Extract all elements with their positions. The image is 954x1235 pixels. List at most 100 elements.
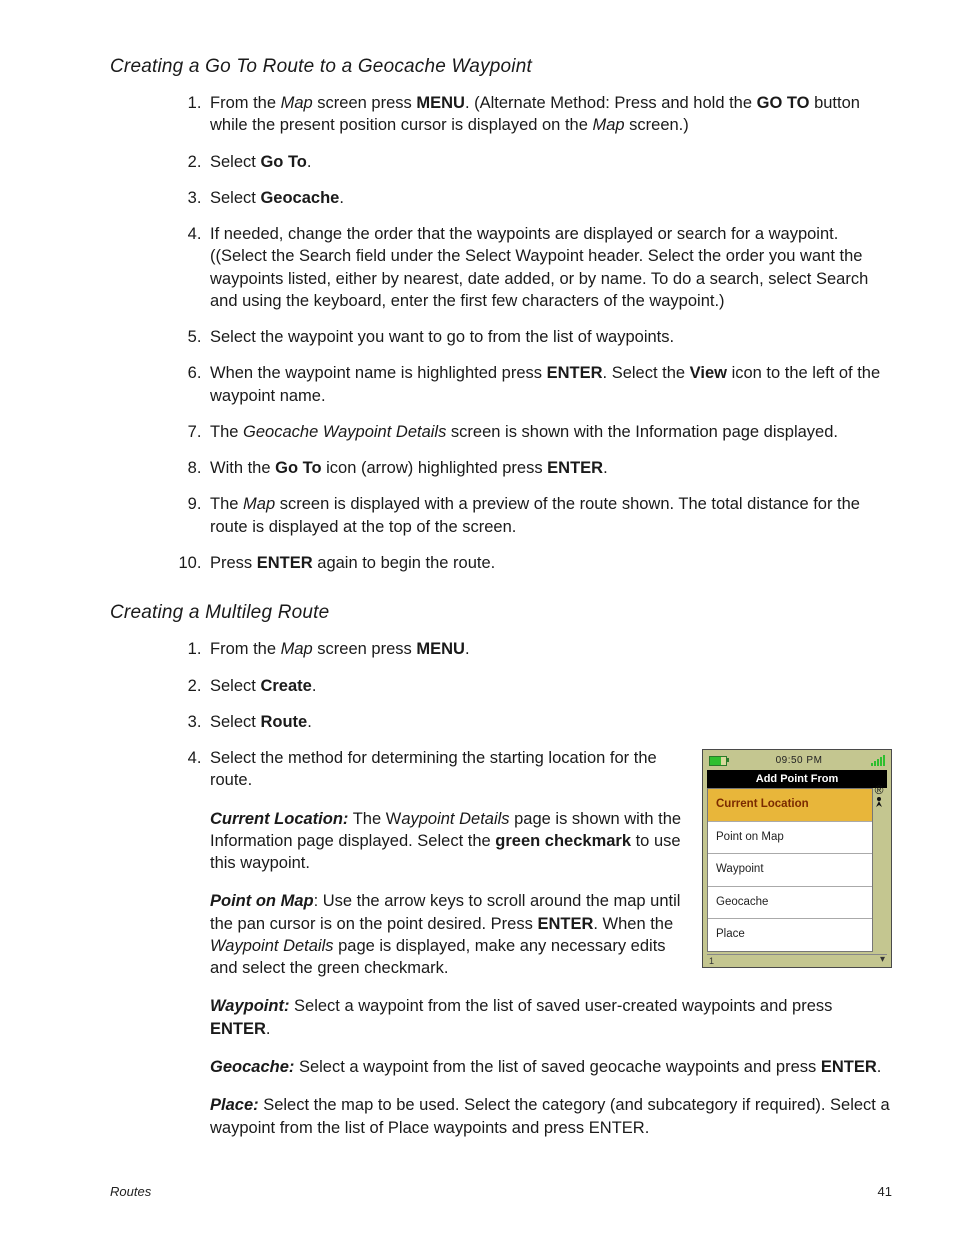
text: The W	[348, 810, 401, 828]
text-italic: Geocache Waypoint Details	[243, 423, 446, 441]
text: Select a waypoint from the list of saved…	[289, 997, 832, 1015]
text: . (Alternate Method: Press and hold the	[465, 94, 757, 112]
text: .	[307, 713, 312, 731]
label: Waypoint:	[210, 997, 289, 1015]
text: From the	[210, 640, 281, 658]
device-time: 09:50 PM	[727, 754, 871, 768]
text: Select	[210, 153, 260, 171]
menu-item-point-on-map: Point on Map	[708, 821, 872, 854]
text: The	[210, 495, 243, 513]
sub-waypoint: Waypoint: Select a waypoint from the lis…	[210, 995, 892, 1040]
text: Select a waypoint from the list of saved…	[294, 1058, 820, 1076]
text: From the	[210, 94, 281, 112]
text-bold: View	[690, 364, 727, 382]
signal-icon	[871, 756, 885, 766]
step-5: Select the waypoint you want to go to fr…	[206, 326, 892, 348]
text-bold: ENTER	[547, 459, 603, 477]
text-bold: MENU	[416, 640, 465, 658]
text-italic: Map	[281, 94, 313, 112]
text-italic: Map	[243, 495, 275, 513]
text-italic: Map	[592, 116, 624, 134]
page-footer: Routes 41	[62, 1184, 892, 1199]
text: icon (arrow) highlighted press	[322, 459, 548, 477]
text-bold: green checkmark	[495, 832, 631, 850]
device-footer: 1 ▾	[707, 954, 887, 965]
step-3: Select Geocache.	[206, 187, 892, 209]
device-titlebar: Add Point From	[707, 770, 887, 789]
text: .	[877, 1058, 882, 1076]
text-italic: Waypoint Details	[210, 937, 334, 955]
text: Select	[210, 189, 260, 207]
footer-page-number: 41	[878, 1184, 892, 1199]
label: Geocache:	[210, 1058, 294, 1076]
step-6: When the waypoint name is highlighted pr…	[206, 362, 892, 407]
device-screen: 09:50 PM Add Point From ® Current Locati…	[702, 749, 892, 968]
text: screen is displayed with a preview of th…	[210, 495, 860, 535]
step-4: If needed, change the order that the way…	[206, 223, 892, 312]
menu-item-geocache: Geocache	[708, 886, 872, 919]
text-bold: MENU	[416, 94, 465, 112]
step-3: Select Route.	[206, 711, 892, 733]
text-bold: Create	[260, 677, 311, 695]
battery-icon	[709, 756, 727, 766]
text-bold: ENTER	[547, 364, 603, 382]
text: With the	[210, 459, 275, 477]
step-1: From the Map screen press MENU. (Alterna…	[206, 92, 892, 137]
device-statusbar: 09:50 PM	[707, 754, 887, 770]
text: .	[465, 640, 470, 658]
text: .	[339, 189, 344, 207]
section-heading-goto: Creating a Go To Route to a Geocache Way…	[110, 56, 892, 78]
text: Select the waypoint you want to go to fr…	[210, 328, 674, 346]
step-7: The Geocache Waypoint Details screen is …	[206, 421, 892, 443]
text-bold: Geocache	[260, 189, 339, 207]
text: .	[603, 459, 608, 477]
text-bold: Go To	[275, 459, 321, 477]
device-menu: Current Location Point on Map Waypoint G…	[707, 788, 873, 952]
text-bold: Route	[260, 713, 307, 731]
text: . Select the	[603, 364, 690, 382]
menu-item-place: Place	[708, 918, 872, 951]
text-italic: aypoint Details	[401, 810, 509, 828]
text-bold: GO TO	[757, 94, 810, 112]
menu-item-current-location: Current Location	[708, 789, 872, 821]
step-10: Press ENTER again to begin the route.	[206, 552, 892, 574]
text: .	[307, 153, 312, 171]
text: screen press	[313, 94, 417, 112]
footer-section-label: Routes	[110, 1184, 151, 1199]
person-icon	[873, 796, 885, 808]
text: again to begin the route.	[313, 554, 496, 572]
device-tick: 1	[709, 955, 714, 967]
step-2: Select Go To.	[206, 151, 892, 173]
content-column: Creating a Go To Route to a Geocache Way…	[62, 56, 892, 1139]
text-bold: ENTER	[821, 1058, 877, 1076]
label: Current Location:	[210, 810, 348, 828]
reg-mark: ®	[875, 783, 884, 797]
menu-item-waypoint: Waypoint	[708, 853, 872, 886]
satellite-icon: ®	[873, 784, 885, 810]
text-bold: ENTER	[257, 554, 313, 572]
sub-geocache: Geocache: Select a waypoint from the lis…	[210, 1056, 892, 1078]
text: If needed, change the order that the way…	[210, 225, 868, 310]
step-9: The Map screen is displayed with a previ…	[206, 493, 892, 538]
text: The	[210, 423, 243, 441]
text-italic: Map	[281, 640, 313, 658]
text-bold: ENTER	[537, 915, 593, 933]
text: Select	[210, 677, 260, 695]
sub-place: Place: Select the map to be used. Select…	[210, 1094, 892, 1139]
step-4: 09:50 PM Add Point From ® Current Locati…	[206, 747, 892, 1139]
text: .	[312, 677, 317, 695]
steps-goto: From the Map screen press MENU. (Alterna…	[110, 92, 892, 574]
manual-page: Creating a Go To Route to a Geocache Way…	[0, 0, 954, 1235]
step-8: With the Go To icon (arrow) highlighted …	[206, 457, 892, 479]
text: screen.)	[625, 116, 689, 134]
text: . When the	[593, 915, 673, 933]
text: Select the method for determining the st…	[210, 749, 657, 789]
step-1: From the Map screen press MENU.	[206, 638, 892, 660]
text: When the waypoint name is highlighted pr…	[210, 364, 547, 382]
label: Point on Map	[210, 892, 314, 910]
step-2: Select Create.	[206, 675, 892, 697]
text: .	[266, 1020, 271, 1038]
chevron-down-icon: ▾	[880, 953, 885, 967]
text-bold: ENTER	[210, 1020, 266, 1038]
text: Press	[210, 554, 257, 572]
